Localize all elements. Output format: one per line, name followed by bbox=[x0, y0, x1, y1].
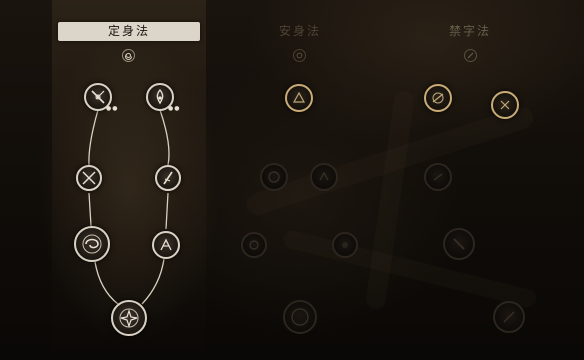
skill-node-ultimate-binding[interactable] bbox=[111, 300, 147, 336]
flower-seal-icon bbox=[119, 308, 139, 328]
locked-rune-icon bbox=[503, 311, 515, 323]
locked-seal-icon bbox=[291, 308, 309, 326]
skill-points-pips: ●● bbox=[106, 105, 119, 112]
skill-node-anshen-root[interactable] bbox=[285, 84, 313, 112]
skill-node-locked[interactable] bbox=[283, 300, 317, 334]
locked-rune-icon bbox=[268, 171, 280, 183]
skill-node-locked[interactable] bbox=[443, 228, 475, 260]
locked-rune-icon bbox=[342, 242, 348, 248]
leaf-burst-icon bbox=[160, 238, 172, 251]
skill-node-locked[interactable] bbox=[310, 163, 338, 191]
skill-node-locked[interactable] bbox=[332, 232, 358, 258]
skill-tree-screen: 定身法 安身法 禁字法 ●● ●● bbox=[0, 0, 584, 360]
skill-node-binding-mark[interactable] bbox=[76, 165, 102, 191]
locked-rune-icon bbox=[433, 173, 443, 181]
skill-node-wind-step[interactable] bbox=[152, 231, 180, 259]
swirl-seal-icon bbox=[82, 234, 102, 254]
skill-node-locked[interactable] bbox=[424, 163, 452, 191]
stamp-icon bbox=[292, 91, 306, 103]
locked-rune-icon bbox=[319, 171, 329, 181]
skill-node-locked[interactable] bbox=[493, 301, 525, 333]
skill-node-pinned-strike[interactable] bbox=[155, 165, 181, 191]
cross-rune-icon bbox=[500, 100, 510, 110]
skill-node-jinzi-second[interactable] bbox=[491, 91, 519, 119]
skill-points-pips: ●● bbox=[168, 105, 181, 112]
skill-node-locked[interactable] bbox=[241, 232, 267, 258]
skill-node-immobilize-seal[interactable] bbox=[74, 226, 110, 262]
skill-node-locked[interactable] bbox=[260, 163, 288, 191]
locked-rune-icon bbox=[249, 240, 259, 250]
crossed-swords-icon bbox=[82, 171, 96, 185]
skill-node-jinzi-root[interactable] bbox=[424, 84, 452, 112]
slash-rune-icon bbox=[432, 92, 444, 104]
locked-blade-icon bbox=[453, 238, 465, 250]
dagger-icon bbox=[163, 171, 173, 185]
